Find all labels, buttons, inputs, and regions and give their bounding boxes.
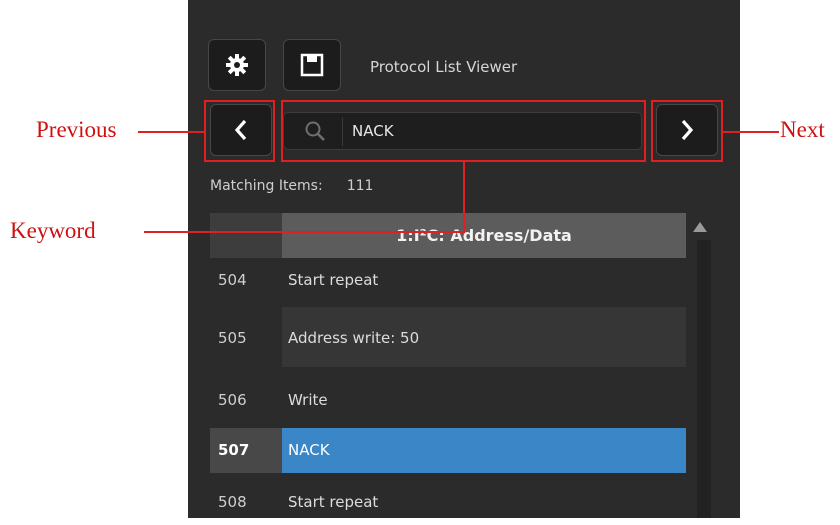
- panel-title: Protocol List Viewer: [370, 58, 518, 76]
- row-index: 508: [218, 493, 247, 511]
- next-annotation: Next: [780, 117, 825, 142]
- row-index: 507: [218, 441, 250, 459]
- scroll-up-icon[interactable]: [693, 222, 707, 232]
- list-row[interactable]: 506 Write: [210, 378, 686, 423]
- row-text: Address write: 50: [288, 329, 420, 347]
- row-index: 504: [218, 271, 247, 289]
- previous-annotation: Previous: [36, 117, 117, 142]
- list-row[interactable]: 504 Start repeat: [210, 258, 686, 303]
- matching-count: 111: [346, 178, 374, 194]
- row-text: NACK: [288, 441, 330, 459]
- matching-items: Matching Items: 111: [210, 178, 373, 194]
- keyword-annotation: Keyword: [10, 218, 96, 243]
- settings-button[interactable]: [208, 39, 266, 91]
- keyword-leader-vertical: [463, 161, 465, 233]
- row-text: Write: [288, 391, 328, 409]
- row-selection: [282, 428, 686, 473]
- row-text: Start repeat: [288, 493, 379, 511]
- matching-label: Matching Items:: [210, 178, 323, 194]
- keyword-highlight-box: [281, 100, 646, 162]
- save-button[interactable]: [283, 39, 341, 91]
- scrollbar[interactable]: [697, 240, 711, 518]
- save-icon: [300, 53, 324, 77]
- list-row-selected[interactable]: 507 NACK: [210, 428, 686, 473]
- column-header[interactable]: 1:I²C: Address/Data: [282, 213, 686, 258]
- row-text: Start repeat: [288, 271, 379, 289]
- list-row[interactable]: 508 Start repeat: [210, 480, 686, 525]
- row-index: 505: [218, 329, 247, 347]
- row-index: 506: [218, 391, 247, 409]
- gear-icon: [226, 54, 248, 76]
- index-column-header: [210, 213, 282, 258]
- previous-highlight-box: [204, 100, 275, 162]
- previous-leader-line: [138, 131, 205, 133]
- keyword-leader-horizontal: [144, 231, 465, 233]
- next-highlight-box: [651, 100, 723, 162]
- list-row[interactable]: 505 Address write: 50: [210, 307, 686, 367]
- next-leader-line: [722, 131, 779, 133]
